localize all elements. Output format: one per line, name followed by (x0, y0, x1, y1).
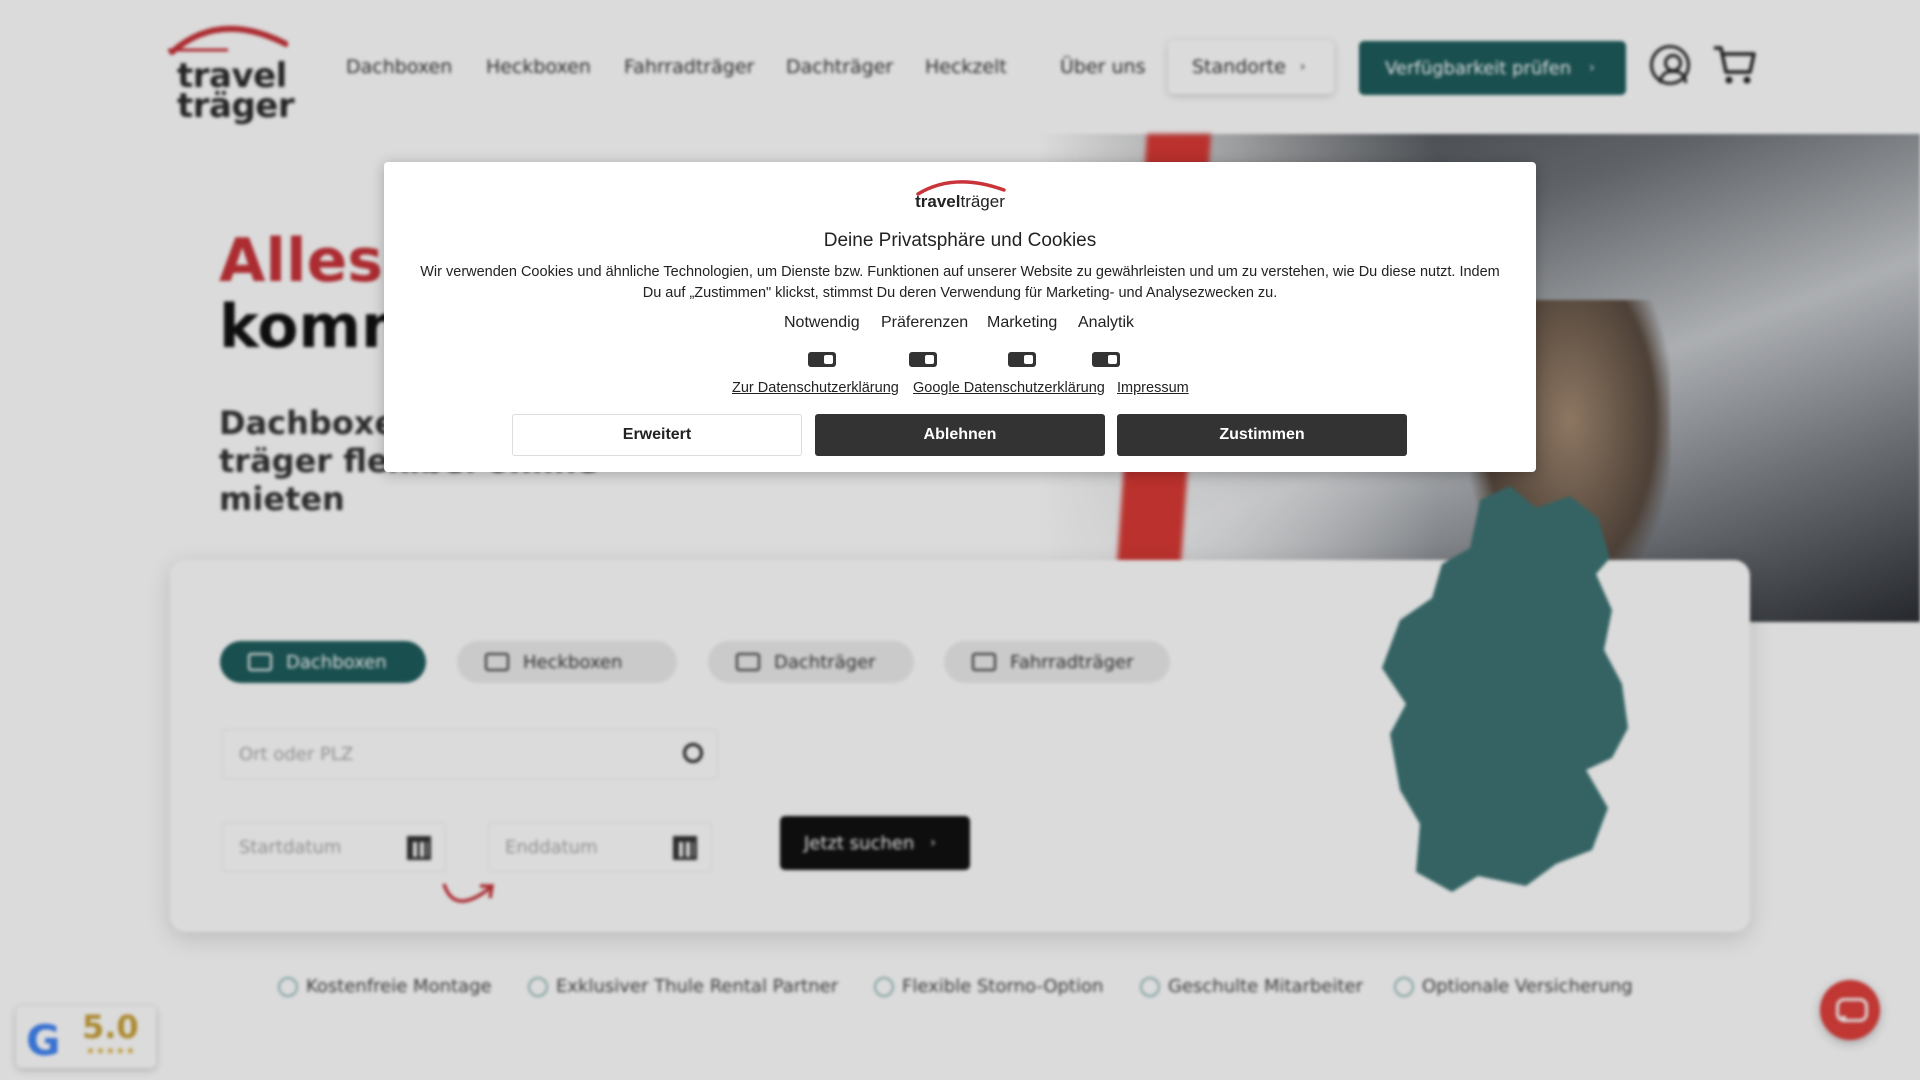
category-marketing-label: Marketing (987, 314, 1058, 331)
dialog-title: Deine Privatsphäre und Cookies (823, 230, 1097, 251)
link-impressum[interactable]: Impressum (1117, 380, 1189, 396)
category-analytik-label: Analytik (1078, 314, 1135, 331)
decline-button[interactable]: Ablehnen (815, 414, 1105, 456)
category-notwendig-label: Notwendig (784, 314, 860, 331)
category-praeferenzen-label: Präferenzen (881, 314, 969, 331)
advanced-button[interactable]: Erweitert (512, 414, 802, 456)
dialog-logo-text: travelträger (915, 192, 1005, 211)
dialog-description: Wir verwenden Cookies und ähnliche Techn… (420, 264, 1500, 301)
link-datenschutzerklaerung[interactable]: Zur Datenschutzerklärung (732, 380, 899, 396)
accept-button[interactable]: Zustimmen (1117, 414, 1407, 456)
toggle-analytik[interactable] (1092, 352, 1120, 367)
toggle-notwendig[interactable] (808, 352, 836, 367)
dialog-logo: travelträger (908, 176, 1012, 214)
cookie-consent-dialog: travelträger Deine Privatsphäre und Cook… (384, 162, 1536, 472)
toggle-marketing[interactable] (1008, 352, 1036, 367)
link-google-datenschutzerklaerung[interactable]: Google Datenschutzerklärung (913, 380, 1105, 396)
toggle-praeferenzen[interactable] (909, 352, 937, 367)
